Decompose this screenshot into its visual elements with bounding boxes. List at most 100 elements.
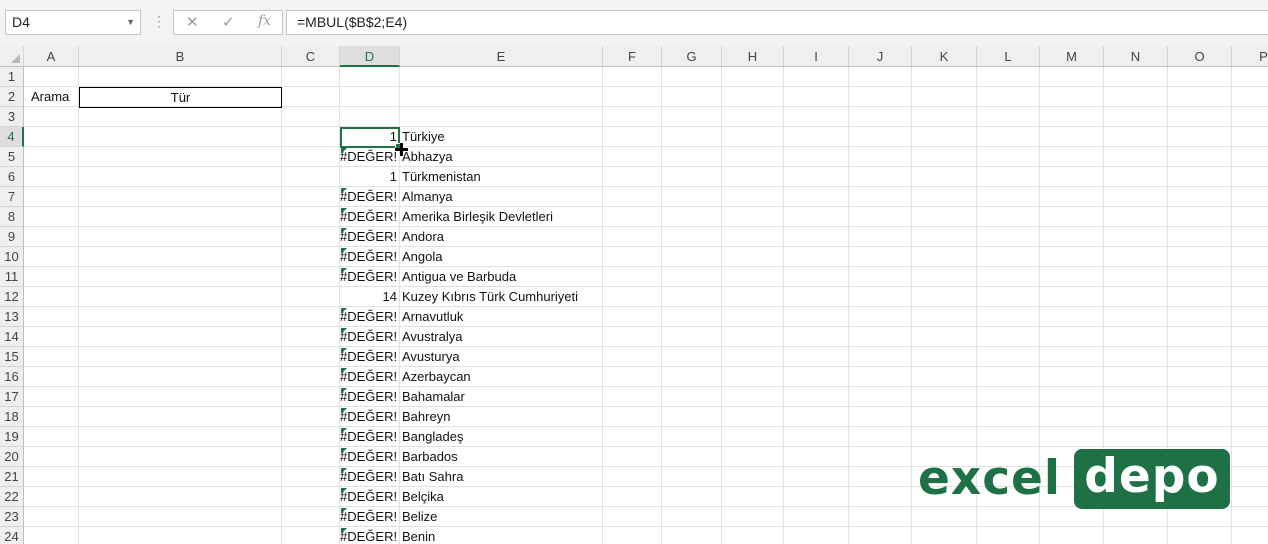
- column-header-b[interactable]: B: [79, 46, 282, 67]
- row-header-10[interactable]: 10: [0, 247, 24, 267]
- column-header-f[interactable]: F: [603, 46, 662, 67]
- cell-e15[interactable]: Avusturya: [400, 347, 603, 367]
- cell-d9[interactable]: #DEĞER!: [340, 227, 400, 247]
- row-header-5[interactable]: 5: [0, 147, 24, 167]
- row-header-3[interactable]: 3: [0, 107, 24, 127]
- cell-e16[interactable]: Azerbaycan: [400, 367, 603, 387]
- column-header-j[interactable]: J: [849, 46, 912, 67]
- row-header-4[interactable]: 4: [0, 127, 24, 147]
- cell-d10[interactable]: #DEĞER!: [340, 247, 400, 267]
- row-header-6[interactable]: 6: [0, 167, 24, 187]
- row-header-13[interactable]: 13: [0, 307, 24, 327]
- cell-d24[interactable]: #DEĞER!: [340, 527, 400, 544]
- enter-icon[interactable]: ✓: [222, 13, 235, 31]
- cell-e20[interactable]: Barbados: [400, 447, 603, 467]
- cell-e12[interactable]: Kuzey Kıbrıs Türk Cumhuriyeti: [400, 287, 603, 307]
- cell-e23[interactable]: Belize: [400, 507, 603, 527]
- error-indicator-icon[interactable]: [341, 308, 347, 314]
- column-header-e[interactable]: E: [400, 46, 603, 67]
- cell-e7[interactable]: Almanya: [400, 187, 603, 207]
- cell-e18[interactable]: Bahreyn: [400, 407, 603, 427]
- cell-d8[interactable]: #DEĞER!: [340, 207, 400, 227]
- row-header-23[interactable]: 23: [0, 507, 24, 527]
- select-all-button[interactable]: [0, 46, 24, 67]
- error-indicator-icon[interactable]: [341, 368, 347, 374]
- row-header-18[interactable]: 18: [0, 407, 24, 427]
- row-header-15[interactable]: 15: [0, 347, 24, 367]
- error-indicator-icon[interactable]: [341, 408, 347, 414]
- column-header-k[interactable]: K: [912, 46, 977, 67]
- error-indicator-icon[interactable]: [341, 528, 347, 534]
- cell-e22[interactable]: Belçika: [400, 487, 603, 507]
- row-header-24[interactable]: 24: [0, 527, 24, 544]
- cell-e9[interactable]: Andora: [400, 227, 603, 247]
- formula-input[interactable]: =MBUL($B$2;E4): [286, 10, 1268, 35]
- insert-function-icon[interactable]: fx: [258, 13, 271, 29]
- error-indicator-icon[interactable]: [341, 388, 347, 394]
- column-header-g[interactable]: G: [662, 46, 722, 67]
- cell-d22[interactable]: #DEĞER!: [340, 487, 400, 507]
- more-options-icon[interactable]: ⋮: [152, 13, 166, 30]
- column-header-d[interactable]: D: [340, 46, 400, 67]
- error-indicator-icon[interactable]: [341, 328, 347, 334]
- column-header-l[interactable]: L: [977, 46, 1040, 67]
- column-header-c[interactable]: C: [282, 46, 340, 67]
- row-header-21[interactable]: 21: [0, 467, 24, 487]
- cancel-icon[interactable]: ✕: [186, 13, 199, 31]
- cell-a2[interactable]: Arama: [29, 87, 79, 107]
- cell-e17[interactable]: Bahamalar: [400, 387, 603, 407]
- cell-d15[interactable]: #DEĞER!: [340, 347, 400, 367]
- cell-e24[interactable]: Benin: [400, 527, 603, 544]
- row-header-17[interactable]: 17: [0, 387, 24, 407]
- cell-e14[interactable]: Avustralya: [400, 327, 603, 347]
- cell-d19[interactable]: #DEĞER!: [340, 427, 400, 447]
- error-indicator-icon[interactable]: [341, 188, 347, 194]
- cell-d11[interactable]: #DEĞER!: [340, 267, 400, 287]
- cell-e10[interactable]: Angola: [400, 247, 603, 267]
- error-indicator-icon[interactable]: [341, 508, 347, 514]
- cell-d7[interactable]: #DEĞER!: [340, 187, 400, 207]
- cell-e6[interactable]: Türkmenistan: [400, 167, 603, 187]
- error-indicator-icon[interactable]: [341, 228, 347, 234]
- error-indicator-icon[interactable]: [341, 428, 347, 434]
- error-indicator-icon[interactable]: [341, 148, 347, 154]
- error-indicator-icon[interactable]: [341, 268, 347, 274]
- row-header-12[interactable]: 12: [0, 287, 24, 307]
- column-header-m[interactable]: M: [1040, 46, 1104, 67]
- cell-d17[interactable]: #DEĞER!: [340, 387, 400, 407]
- cell-e21[interactable]: Batı Sahra: [400, 467, 603, 487]
- name-box[interactable]: D4 ▼: [5, 10, 141, 35]
- cell-d20[interactable]: #DEĞER!: [340, 447, 400, 467]
- row-header-16[interactable]: 16: [0, 367, 24, 387]
- column-header-p[interactable]: P: [1232, 46, 1268, 67]
- cell-e8[interactable]: Amerika Birleşik Devletleri: [400, 207, 603, 227]
- cell-d12[interactable]: 14: [340, 287, 400, 307]
- cell-e4[interactable]: Türkiye: [400, 127, 603, 147]
- error-indicator-icon[interactable]: [341, 208, 347, 214]
- cell-e19[interactable]: Bangladeş: [400, 427, 603, 447]
- cell-d5[interactable]: #DEĞER!: [340, 147, 400, 167]
- chevron-down-icon[interactable]: ▼: [126, 11, 135, 34]
- cell-b2[interactable]: Tür: [79, 87, 282, 108]
- error-indicator-icon[interactable]: [341, 448, 347, 454]
- column-header-n[interactable]: N: [1104, 46, 1168, 67]
- error-indicator-icon[interactable]: [341, 348, 347, 354]
- active-cell-selection[interactable]: [340, 127, 402, 150]
- cell-e11[interactable]: Antigua ve Barbuda: [400, 267, 603, 287]
- row-header-8[interactable]: 8: [0, 207, 24, 227]
- row-header-14[interactable]: 14: [0, 327, 24, 347]
- row-header-1[interactable]: 1: [0, 67, 24, 87]
- row-header-11[interactable]: 11: [0, 267, 24, 287]
- column-header-o[interactable]: O: [1168, 46, 1232, 67]
- error-indicator-icon[interactable]: [341, 468, 347, 474]
- cell-d6[interactable]: 1: [340, 167, 400, 187]
- row-header-7[interactable]: 7: [0, 187, 24, 207]
- cell-d23[interactable]: #DEĞER!: [340, 507, 400, 527]
- row-header-20[interactable]: 20: [0, 447, 24, 467]
- cell-e5[interactable]: Abhazya: [400, 147, 603, 167]
- row-header-19[interactable]: 19: [0, 427, 24, 447]
- column-header-a[interactable]: A: [24, 46, 79, 67]
- cell-d13[interactable]: #DEĞER!: [340, 307, 400, 327]
- cell-e13[interactable]: Arnavutluk: [400, 307, 603, 327]
- row-header-22[interactable]: 22: [0, 487, 24, 507]
